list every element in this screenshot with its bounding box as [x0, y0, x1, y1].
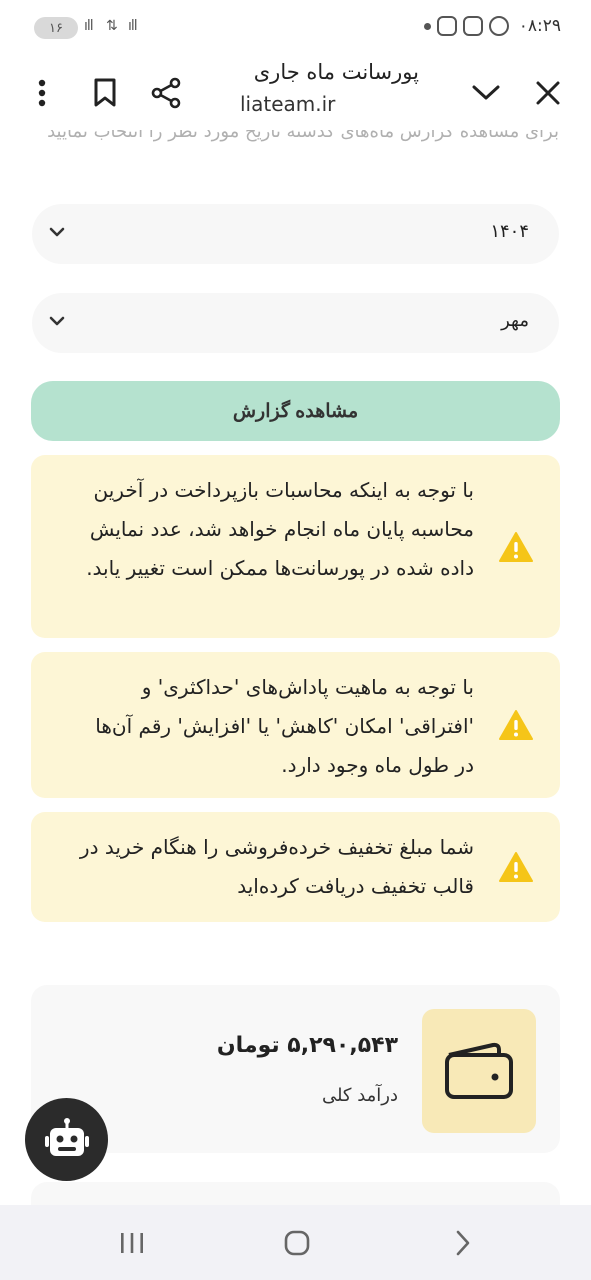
screenshot-icon — [462, 16, 483, 36]
notice-text: با توجه به اینکه محاسبات بازپرداخت در آخ… — [86, 478, 474, 580]
wallet-icon-box — [422, 1009, 536, 1133]
home-icon[interactable] — [277, 1225, 317, 1261]
warning-icon — [499, 710, 533, 740]
notification-dot-icon — [423, 22, 431, 30]
app-notification-icon — [488, 16, 509, 36]
share-icon[interactable] — [146, 73, 186, 113]
browser-top-bar: پورسانت ماه جاری liateam.ir — [0, 56, 591, 130]
system-nav-bar — [0, 1205, 591, 1280]
total-income-card: ۵,۲۹۰,۵۴۳ تومان درآمد کلی — [31, 985, 560, 1153]
status-right: ۰۸:۲۹ — [423, 16, 561, 36]
view-report-button[interactable]: مشاهده گزارش — [31, 381, 560, 441]
status-clock: ۰۸:۲۹ — [518, 16, 561, 36]
page-title: پورسانت ماه جاری — [253, 60, 419, 84]
intro-text: برای مشاهده گزارش ماه‌های گذشته تاریخ مو… — [47, 130, 559, 142]
income-amount: ۵,۲۹۰,۵۴۳ تومان — [216, 1033, 398, 1058]
status-bar: ۱۶ ıll ⇅ ıll ۰۸:۲۹ — [0, 0, 591, 56]
chevron-down-icon[interactable] — [466, 73, 506, 113]
month-select[interactable]: مهر — [32, 293, 559, 353]
notice-card: با توجه به اینکه محاسبات بازپرداخت در آخ… — [31, 455, 560, 638]
battery-level: ۱۶ — [49, 20, 63, 36]
notice-card: با توجه به ماهیت پاداش‌های 'حداکثری' و '… — [31, 652, 560, 798]
month-select-value: مهر — [501, 310, 529, 331]
bookmark-icon[interactable] — [85, 73, 125, 113]
more-options-icon[interactable] — [22, 73, 62, 113]
close-icon[interactable] — [528, 73, 568, 113]
chatbot-button[interactable] — [25, 1098, 108, 1181]
battery-indicator: ۱۶ — [34, 17, 78, 39]
page-url[interactable]: liateam.ir — [240, 92, 335, 116]
app-notification-icon — [436, 16, 457, 36]
main-content: برای مشاهده گزارش ماه‌های گذشته تاریخ مو… — [0, 130, 591, 1205]
robot-icon — [44, 1117, 89, 1156]
notice-text: با توجه به ماهیت پاداش‌های 'حداکثری' و '… — [95, 675, 474, 777]
wallet-icon — [445, 1042, 513, 1099]
warning-icon — [499, 852, 533, 882]
back-icon[interactable] — [443, 1225, 483, 1261]
warning-icon — [499, 532, 533, 562]
data-transfer-icon: ⇅ — [106, 18, 118, 34]
year-select[interactable]: ۱۴۰۴ — [32, 204, 559, 264]
recent-apps-icon[interactable] — [112, 1225, 152, 1261]
year-select-value: ۱۴۰۴ — [490, 221, 529, 242]
next-card — [31, 1182, 560, 1205]
signal-icon: ıll — [84, 18, 94, 34]
income-label: درآمد کلی — [321, 1085, 398, 1106]
chevron-down-icon — [48, 312, 66, 331]
notice-card: شما مبلغ تخفیف خرده‌فروشی را هنگام خرید … — [31, 812, 560, 922]
signal-icon: ıll — [128, 18, 138, 34]
chevron-down-icon — [48, 223, 66, 242]
notice-text: شما مبلغ تخفیف خرده‌فروشی را هنگام خرید … — [79, 835, 474, 898]
